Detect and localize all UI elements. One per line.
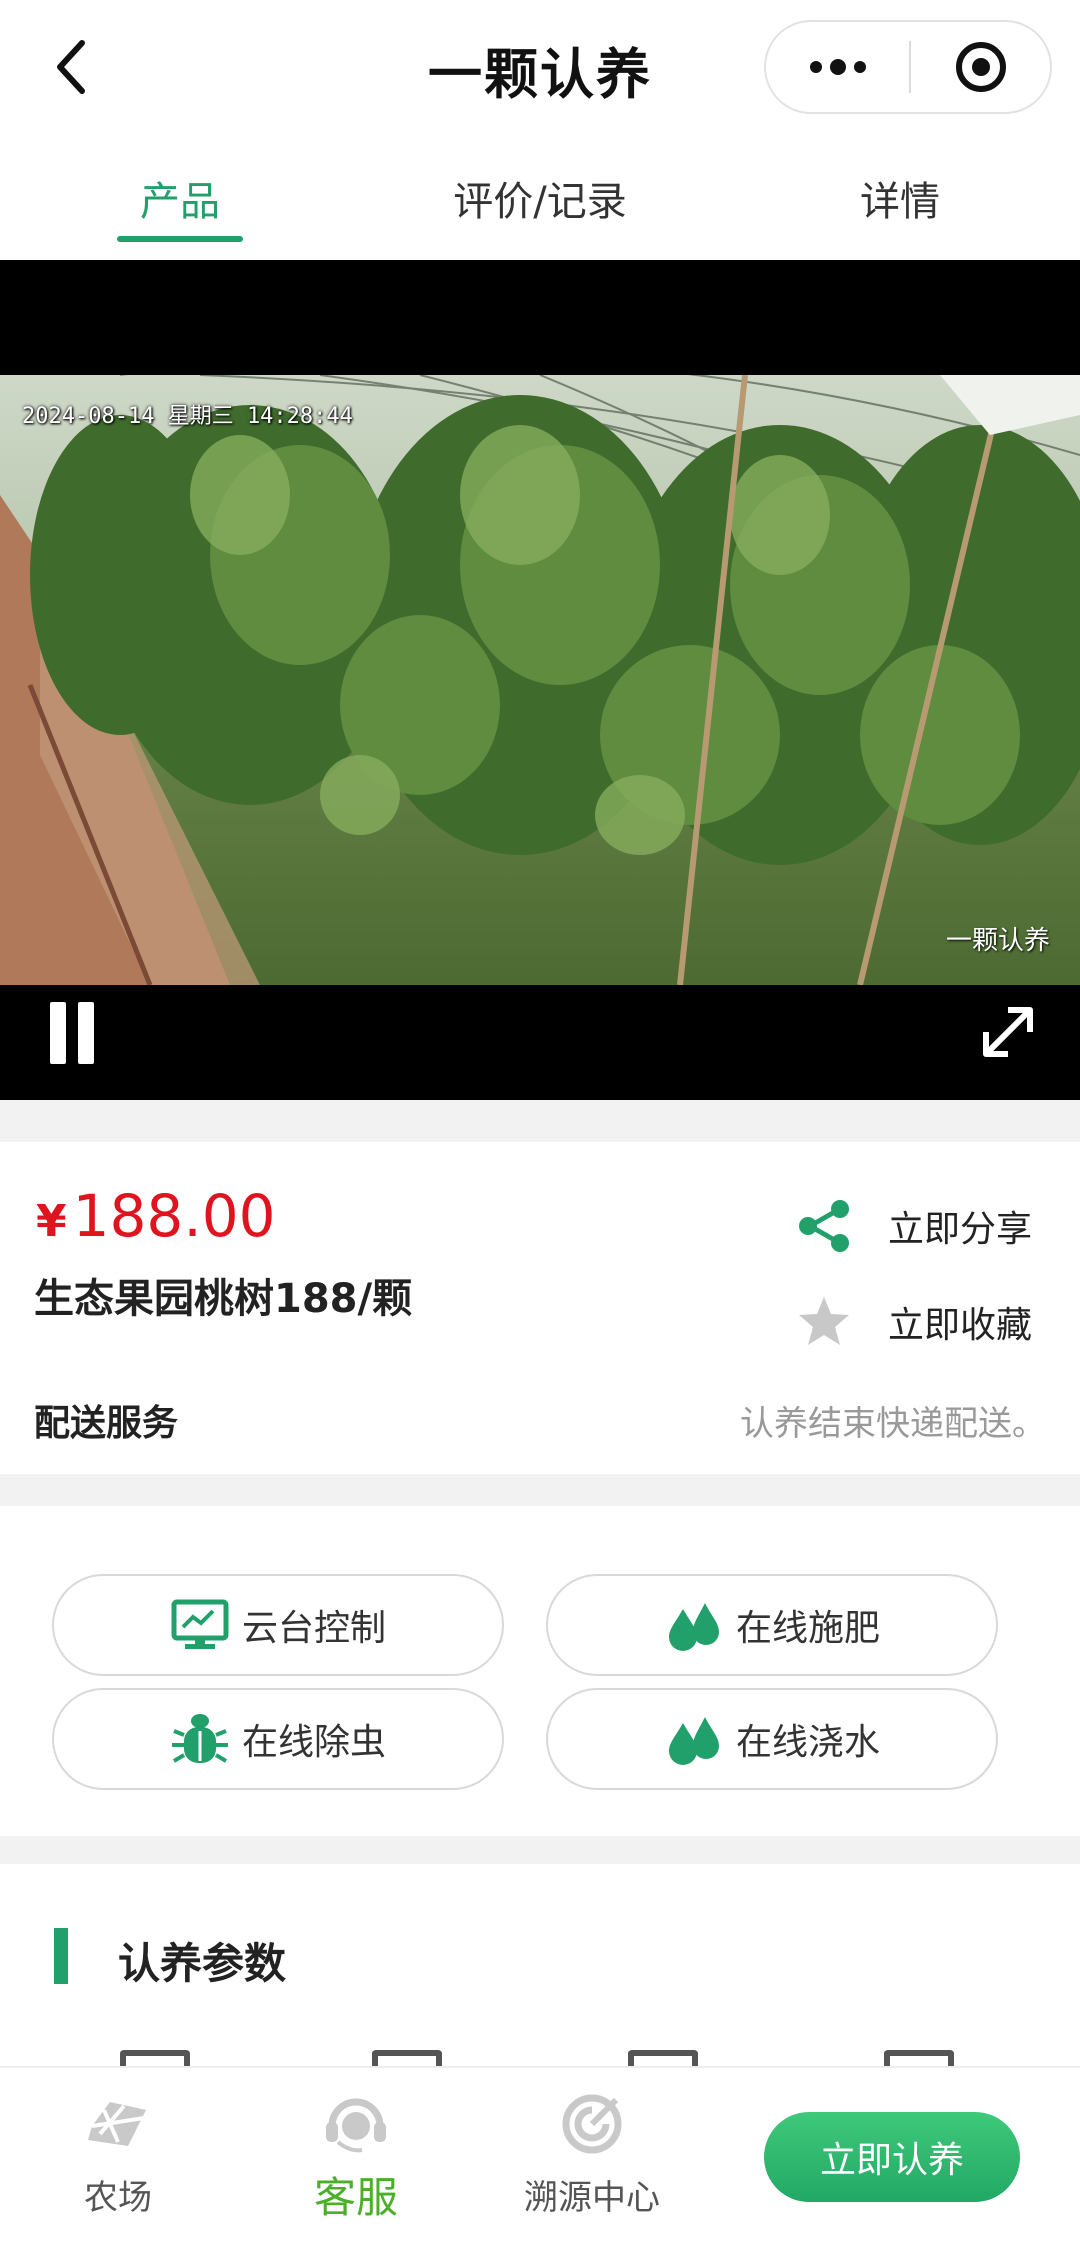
adopt-now-button[interactable]: 立即认养 [764,2112,1020,2202]
delivery-label: 配送服务 [34,1403,179,1444]
operations-panel: 云台控制 在线施肥 在线除虫 在线浇水 [0,1506,1080,1836]
tab-details-label: 详情 [860,178,940,225]
more-dots-icon [809,59,866,75]
adoption-params-section: 认养参数 [0,1864,1080,2074]
tab-reviews-label: 评价/记录 [453,178,627,225]
pause-button[interactable] [50,1002,100,1064]
product-card: ¥ 188.00 生态果园桃树188/颗 立即分享 立即收藏 配送服务 认养结束… [0,1142,1080,1474]
currency-symbol: ¥ [36,1196,67,1247]
product-name: 生态果园桃树188/颗 [34,1276,413,1322]
tab-product[interactable]: 产品 [0,135,360,260]
favorite-button[interactable]: 立即收藏 [796,1294,1032,1350]
orchard-scene-image [0,375,1080,985]
close-miniprogram-button[interactable] [911,22,1050,112]
pause-icon [50,1002,66,1064]
tabbar-item-customer-service[interactable]: 客服 [266,2088,446,2225]
video-frame [0,375,1080,985]
tab-bar-top: 产品 评价/记录 详情 [0,135,1080,260]
tabbar-trace-label: 溯源中心 [524,2178,660,2218]
drops-icon [664,1595,724,1655]
section-accent-bar [54,1928,68,1984]
section-title: 认养参数 [118,1939,287,1988]
online-pest-control-button[interactable]: 在线除虫 [52,1688,504,1790]
online-pest-control-label: 在线除虫 [241,1722,386,1763]
online-fertilize-button[interactable]: 在线施肥 [546,1574,998,1676]
favorite-label: 立即收藏 [888,1305,1033,1346]
tab-product-label: 产品 [140,178,220,225]
share-button[interactable]: 立即分享 [796,1198,1032,1254]
pause-icon-bar [78,1002,94,1064]
star-icon [796,1294,852,1350]
bottom-tab-bar: 农场 客服 溯源中心 立即认养 [0,2066,1080,2248]
drops-icon [664,1709,724,1769]
monitor-icon [170,1595,230,1655]
online-watering-button[interactable]: 在线浇水 [546,1688,998,1790]
tabbar-item-trace-center[interactable]: 溯源中心 [502,2088,682,2219]
online-watering-label: 在线浇水 [735,1722,880,1763]
online-fertilize-label: 在线施肥 [735,1608,880,1649]
nav-header: 一颗认养 [0,0,1080,135]
ptz-control-label: 云台控制 [241,1608,386,1649]
tabbar-farm-label: 农场 [84,2178,152,2218]
tab-active-underline [117,236,243,242]
video-timestamp: 2024-08-14 星期三 14:28:44 [22,404,353,429]
tab-details[interactable]: 详情 [720,135,1080,260]
tabbar-customer-service-label: 客服 [313,2173,398,2222]
tab-reviews[interactable]: 评价/记录 [360,135,720,260]
fullscreen-button[interactable] [976,1000,1040,1064]
trace-icon [556,2088,628,2160]
price-value: 188.00 [72,1182,276,1250]
customer-service-icon [320,2088,392,2160]
live-video-player[interactable]: 2024-08-14 星期三 14:28:44 一颗认养 [0,260,1080,1100]
fullscreen-icon [983,1007,1033,1057]
tabbar-item-farm[interactable]: 农场 [28,2088,208,2219]
price: ¥ 188.00 [36,1182,276,1250]
delivery-value: 认养结束快递配送。 [740,1404,1046,1444]
ptz-control-button[interactable]: 云台控制 [52,1574,504,1676]
bug-icon [170,1709,230,1769]
video-watermark: 一颗认养 [945,926,1050,956]
farm-icon [82,2088,154,2160]
more-button[interactable] [766,22,909,112]
share-label: 立即分享 [888,1209,1033,1250]
mini-program-capsule [764,20,1052,114]
share-icon [796,1198,852,1254]
target-close-icon [955,42,1006,92]
